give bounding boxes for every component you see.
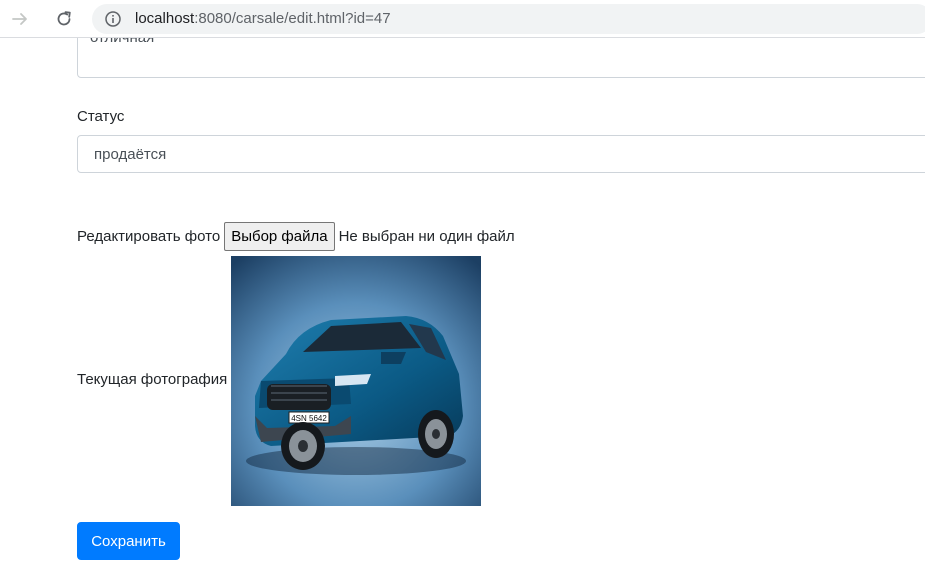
description-value: отличная [90, 38, 154, 46]
save-button[interactable]: Сохранить [77, 522, 180, 560]
current-photo-label: Текущая фотография [77, 371, 228, 388]
status-select-value: продаётся [94, 146, 167, 163]
url-path: :8080/carsale/edit.html?id=47 [194, 10, 391, 27]
page-content: отличная Статус продаётся Редактировать … [0, 38, 925, 571]
license-plate-text: 4SN 5642 [291, 414, 327, 423]
forward-arrow-icon[interactable] [8, 7, 32, 31]
file-input-row: Редактировать фото Выбор файла Не выбран… [77, 221, 515, 251]
status-select[interactable]: продаётся [77, 135, 925, 173]
url-text[interactable]: localhost:8080/carsale/edit.html?id=47 [135, 10, 391, 28]
browser-toolbar: localhost:8080/carsale/edit.html?id=47 [0, 0, 925, 38]
choose-file-button[interactable]: Выбор файла [224, 221, 335, 251]
status-label: Статус [77, 108, 125, 125]
edit-photo-label: Редактировать фото [77, 227, 221, 245]
url-host: localhost [135, 10, 195, 27]
info-icon[interactable] [104, 10, 122, 28]
address-bar[interactable]: localhost:8080/carsale/edit.html?id=47 [92, 4, 925, 34]
current-car-photo: 4SN 5642 [231, 256, 481, 506]
reload-icon[interactable] [52, 7, 76, 31]
description-textarea[interactable]: отличная [77, 38, 925, 78]
file-status-text: Не выбран ни один файл [338, 227, 515, 245]
